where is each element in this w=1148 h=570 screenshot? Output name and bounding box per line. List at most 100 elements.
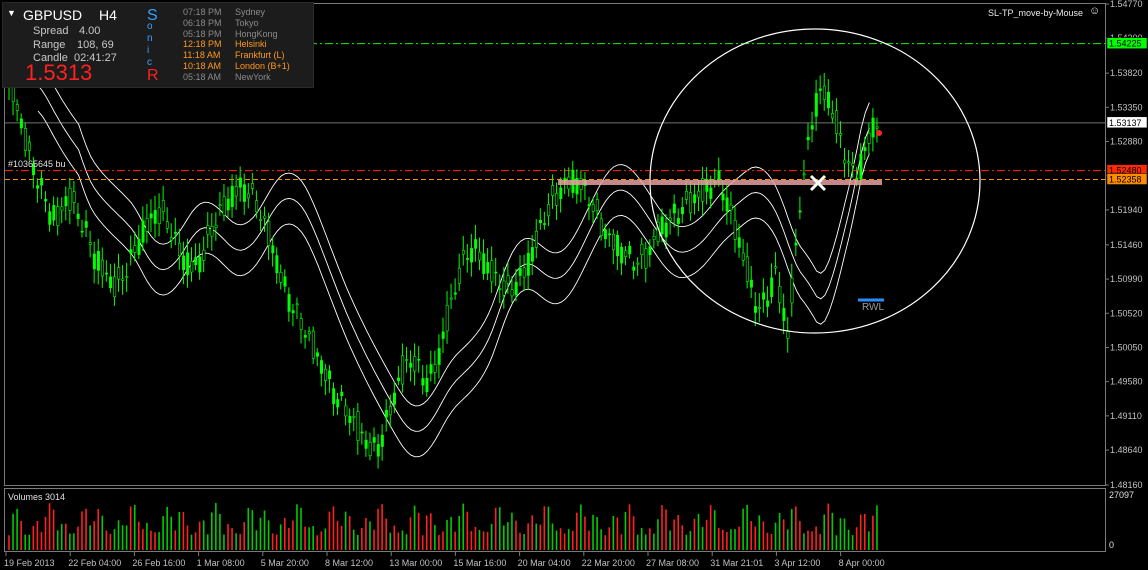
candle [612, 229, 616, 265]
order-label[interactable]: #10365645 bu [8, 159, 66, 169]
candle [522, 254, 526, 291]
session-city: Sydney [235, 7, 266, 17]
candle [478, 237, 482, 271]
candle [486, 248, 490, 281]
session-city: NewYork [235, 71, 271, 82]
candle [88, 230, 92, 258]
spread-label: Spread [33, 25, 69, 37]
time-axis-label: 31 Mar 21:01 [710, 558, 763, 568]
candle [498, 274, 502, 304]
candle [733, 206, 737, 253]
candle [831, 100, 835, 124]
candle [36, 178, 40, 203]
ea-name-label: SL-TP_move-by-Mouse [988, 8, 1084, 18]
candle [401, 343, 405, 393]
candle [364, 430, 368, 457]
candle [466, 243, 470, 273]
candle [798, 196, 802, 220]
candle [680, 197, 684, 224]
time-axis-label: 1 Mar 08:00 [197, 558, 245, 568]
chart-window[interactable]: 1.547701.543001.538201.533501.528801.524… [0, 0, 1148, 570]
candle [583, 172, 587, 201]
candle [218, 191, 222, 216]
candle [202, 236, 206, 273]
candle [417, 346, 421, 373]
zone-rectangle[interactable] [558, 180, 882, 185]
session-letter: n [147, 33, 153, 44]
candle [689, 181, 693, 221]
candle [52, 196, 56, 227]
candle [762, 278, 766, 313]
candle [847, 149, 851, 178]
candle [251, 172, 255, 195]
candle [640, 237, 644, 270]
time-axis-label: 3 Apr 12:00 [774, 558, 820, 568]
candle [348, 408, 352, 436]
candle [753, 292, 757, 327]
candle [44, 191, 48, 213]
session-letter: i [147, 45, 150, 56]
candle [859, 143, 863, 185]
candle [210, 213, 214, 251]
price-axis-label: 1.48160 [1110, 480, 1143, 490]
candle [806, 123, 810, 150]
candle [413, 343, 417, 386]
candle [105, 260, 109, 282]
session-time: 07:18 PM [183, 7, 222, 17]
candle [125, 262, 129, 292]
candle [141, 206, 145, 252]
bid-dot [876, 130, 882, 136]
candle [555, 182, 559, 220]
price-axis-label: 1.53350 [1110, 102, 1143, 112]
candle [461, 235, 465, 266]
candle [701, 166, 705, 216]
candle [109, 263, 113, 293]
candle [774, 252, 778, 275]
candle [230, 174, 234, 218]
candle [324, 363, 328, 396]
volume-chart-frame [4, 488, 1106, 552]
candle [453, 278, 457, 300]
price-axis-label: 1.50050 [1110, 342, 1143, 352]
candle [863, 136, 867, 160]
candle [875, 117, 879, 143]
dropdown-arrow-icon[interactable]: ▼ [7, 8, 16, 18]
candle [591, 197, 595, 224]
volume-scale-top: 27097 [1109, 490, 1135, 500]
candle [279, 264, 283, 290]
candle [603, 223, 607, 249]
session-time: 05:18 PM [183, 28, 222, 39]
candle [190, 247, 194, 282]
time-axis-label: 22 Mar 20:00 [582, 558, 635, 568]
price-tag: 1.52358 [1106, 173, 1148, 185]
candle [530, 234, 534, 275]
price-axis-label: 1.54770 [1110, 0, 1143, 9]
session-city: Helsinki [235, 39, 267, 50]
candle [729, 191, 733, 225]
candle [145, 203, 149, 244]
price-axis-label: 1.52880 [1110, 137, 1143, 147]
candle [299, 312, 303, 344]
candle [344, 398, 348, 426]
candle [121, 265, 125, 295]
price-axis-label: 1.53820 [1110, 68, 1143, 78]
candle [543, 211, 547, 230]
candle [15, 99, 19, 122]
candle [721, 180, 725, 212]
candle [165, 207, 169, 234]
candle [575, 169, 579, 204]
candle [295, 297, 299, 319]
candle [60, 197, 64, 224]
candle [693, 183, 697, 215]
candle [429, 350, 433, 382]
time-axis-label: 26 Feb 16:00 [132, 558, 185, 568]
range-label: Range [33, 39, 66, 51]
candle [745, 242, 749, 289]
candle [19, 113, 23, 135]
candle [72, 180, 76, 214]
candle [470, 233, 474, 277]
candle [64, 186, 68, 221]
candle [68, 177, 72, 225]
symbol-name: GBPUSD [23, 7, 83, 23]
ma-envelope-line [37, 110, 870, 458]
